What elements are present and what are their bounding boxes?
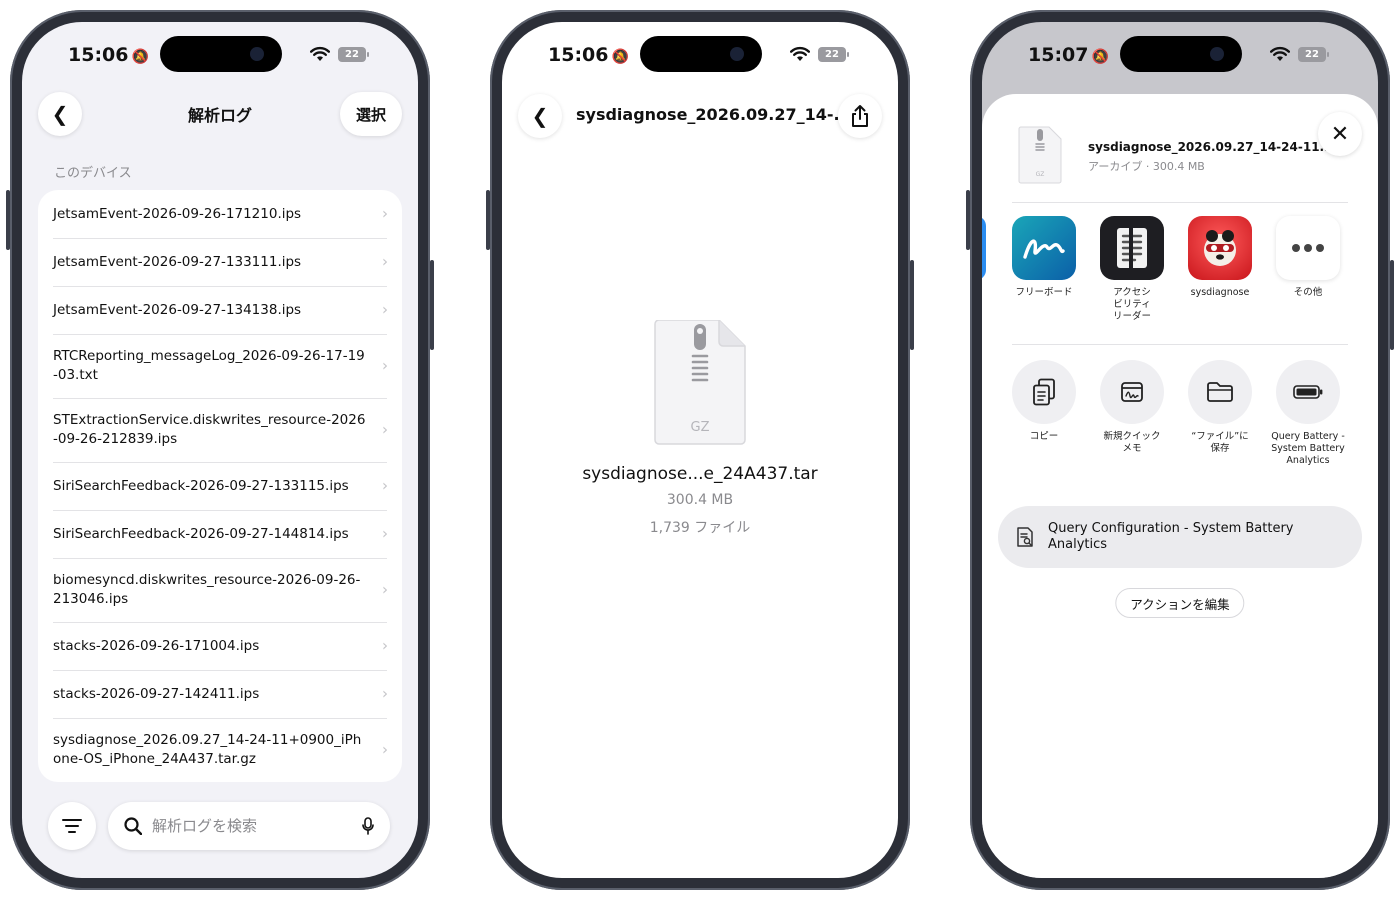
chevron-left-icon: ❮ (531, 104, 549, 128)
list-item[interactable]: JetsamEvent-2026-09-27-133111.ips › (38, 238, 402, 286)
microphone-icon[interactable] (362, 817, 374, 835)
status-time: 15:06 (68, 44, 129, 66)
chevron-right-icon: › (382, 204, 388, 223)
chevron-right-icon: › (382, 300, 388, 319)
screen: 15:07 🔕 22 GZ sysdiagnose_2026.09.27_14-2… (982, 22, 1378, 878)
page-title: sysdiagnose_2026.09.27_14-... (576, 105, 852, 124)
file-type-badge: GZ (690, 420, 710, 435)
status-time: 15:07 (1028, 44, 1089, 66)
filter-button[interactable] (48, 802, 96, 850)
chevron-right-icon: › (382, 580, 388, 599)
screen: 15:06 🔕 22 ❮ 解析ログ 選択 このデバイス JetsamEvent-2… (22, 22, 418, 878)
silent-bell-icon: 🔕 (1091, 49, 1109, 65)
file-count: 1,739 ファイル (649, 520, 751, 536)
battery-icon (1276, 360, 1340, 424)
chevron-right-icon: › (382, 476, 388, 495)
list-item[interactable]: stacks-2026-09-27-142411.ips › (38, 670, 402, 718)
search-input[interactable] (152, 817, 352, 835)
battery-icon: 22 (338, 46, 369, 62)
file-type-badge: GZ (1035, 171, 1045, 178)
filter-icon (62, 819, 82, 833)
shortcut-document-icon (1017, 527, 1033, 547)
status-bar: 15:06 🔕 22 (502, 44, 898, 66)
folder-icon (1188, 360, 1252, 424)
navigation-bar: ❮ 解析ログ 選択 (22, 92, 418, 142)
phone-file-preview: 15:06 🔕 22 ❮ sysdiagnose_2026.09.27_14-..… (486, 10, 914, 890)
edit-actions-button[interactable]: アクションを編集 (1115, 588, 1245, 618)
battery-icon: 22 (818, 46, 849, 62)
list-item[interactable]: STExtractionService.diskwrites_resource-… (38, 398, 402, 462)
file-size: 300.4 MB (666, 492, 734, 508)
search-icon (124, 817, 142, 835)
chevron-right-icon: › (382, 356, 388, 375)
list-item[interactable]: biomesyncd.diskwrites_resource-2026-09-2… (38, 558, 402, 622)
silent-bell-icon: 🔕 (611, 49, 629, 65)
shortcut-query-configuration[interactable]: Query Configuration - System Battery Ana… (998, 506, 1362, 568)
wifi-icon (790, 46, 810, 62)
share-app-more[interactable]: その他 (1268, 216, 1348, 299)
status-bar: 15:06 🔕 22 (22, 44, 418, 66)
list-item[interactable]: SiriSearchFeedback-2026-09-27-144814.ips… (38, 510, 402, 558)
share-actions-row: コピー 新規クイックメモ “ファイル”に保存 Query Battery - S… (982, 360, 1378, 480)
file-name: sysdiagnose_2026.09.27_14-24-11... (1088, 140, 1334, 154)
chevron-right-icon: › (382, 524, 388, 543)
archive-file-icon: GZ (653, 319, 747, 446)
chevron-right-icon: › (382, 252, 388, 271)
list-item[interactable]: SiriSearchFeedback-2026-09-27-133115.ips… (38, 462, 402, 510)
list-item[interactable]: RTCReporting_messageLog_2026-09-26-17-19… (38, 334, 402, 398)
share-app-freeform[interactable]: フリーボード (1004, 216, 1084, 299)
share-apps-row: フリーボード アクセシビリティリーダー sysdiagnose その他 (982, 216, 1378, 336)
chevron-right-icon: › (382, 420, 388, 439)
list-item[interactable]: JetsamEvent-2026-09-26-171210.ips › (38, 190, 402, 238)
chevron-right-icon: › (382, 740, 388, 759)
divider (1012, 202, 1348, 203)
list-item[interactable]: sysdiagnose_2026.09.27_14-24-11+0900_iPh… (38, 718, 402, 782)
partial-app-icon (982, 216, 986, 280)
battery-icon: 22 (1298, 46, 1329, 62)
close-button[interactable]: ✕ (1318, 112, 1362, 156)
wifi-icon (1270, 46, 1290, 62)
action-copy[interactable]: コピー (1001, 360, 1087, 443)
log-file-list: JetsamEvent-2026-09-26-171210.ips › Jetsa… (38, 190, 402, 782)
accessibility-reader-icon (1100, 216, 1164, 280)
action-quick-note[interactable]: 新規クイックメモ (1089, 360, 1175, 455)
section-label: このデバイス (54, 166, 132, 181)
copy-icon (1012, 360, 1076, 424)
chevron-right-icon: › (382, 636, 388, 655)
action-save-to-files[interactable]: “ファイル”に保存 (1177, 360, 1263, 455)
file-name: sysdiagnose...e_24A437.tar (582, 464, 818, 484)
list-item[interactable]: stacks-2026-09-26-171004.ips › (38, 622, 402, 670)
share-icon (852, 105, 868, 127)
archive-file-icon: GZ (1018, 126, 1062, 184)
freeform-icon (1012, 216, 1076, 280)
action-query-battery[interactable]: Query Battery - System Battery Analytics (1265, 360, 1351, 467)
chevron-right-icon: › (382, 684, 388, 703)
divider (1012, 344, 1348, 345)
share-app-sysdiagnose[interactable]: sysdiagnose (1180, 216, 1260, 299)
quick-note-icon (1100, 360, 1164, 424)
silent-bell-icon: 🔕 (131, 49, 149, 65)
phone-analytics-logs: 15:06 🔕 22 ❮ 解析ログ 選択 このデバイス JetsamEvent-2… (6, 10, 434, 890)
more-icon (1276, 216, 1340, 280)
status-bar: 15:07 🔕 22 (982, 44, 1378, 66)
close-icon: ✕ (1330, 121, 1350, 147)
sysdiagnose-icon (1188, 216, 1252, 280)
share-app-accessibility-reader[interactable]: アクセシビリティリーダー (1092, 216, 1172, 323)
back-button[interactable]: ❮ (518, 94, 562, 138)
status-time: 15:06 (548, 44, 609, 66)
list-item[interactable]: JetsamEvent-2026-09-27-134138.ips › (38, 286, 402, 334)
share-sheet: GZ sysdiagnose_2026.09.27_14-24-11... アー… (982, 94, 1378, 878)
screen: 15:06 🔕 22 ❮ sysdiagnose_2026.09.27_14-..… (502, 22, 898, 878)
file-meta: アーカイブ · 300.4 MB (1088, 160, 1205, 173)
share-button[interactable] (838, 94, 882, 138)
search-bar (108, 802, 390, 850)
wifi-icon (310, 46, 330, 62)
bottom-toolbar (22, 802, 418, 850)
select-button[interactable]: 選択 (339, 92, 402, 136)
phone-share-sheet: 15:07 🔕 22 GZ sysdiagnose_2026.09.27_14-2… (966, 10, 1394, 890)
